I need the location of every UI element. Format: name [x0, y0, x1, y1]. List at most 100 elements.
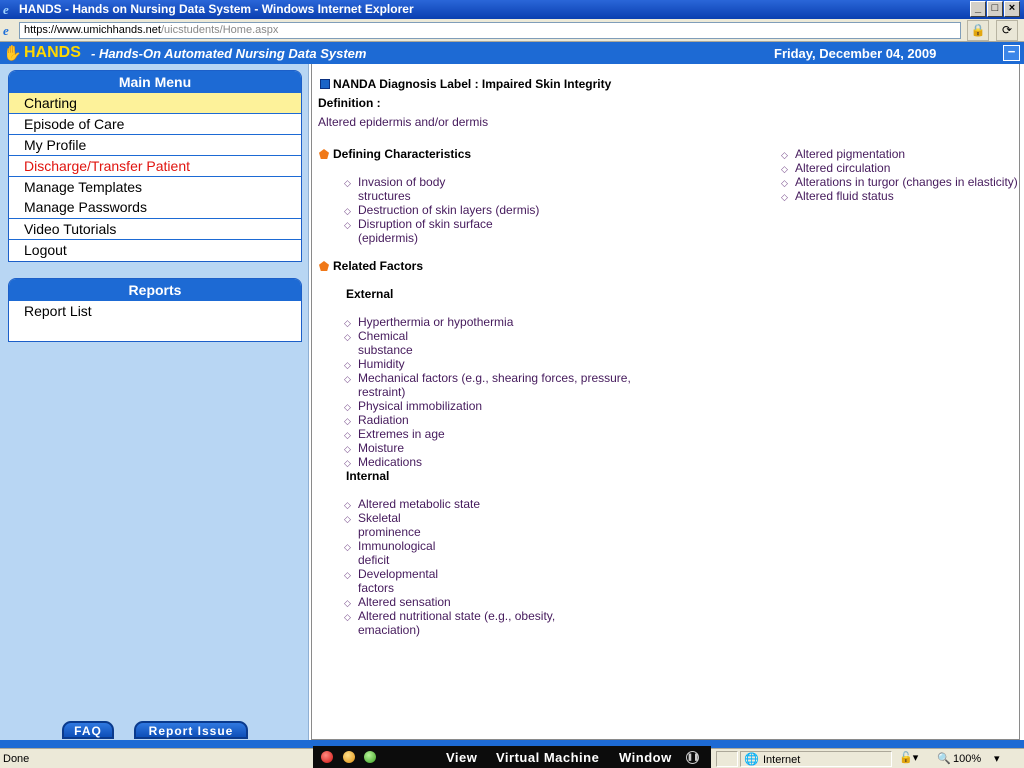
list-item: Invasion of body	[358, 175, 446, 189]
list-item: prominence	[358, 525, 421, 539]
zone-panel: 🌐 Internet	[740, 751, 892, 767]
list-item: substance	[358, 343, 413, 357]
vm-menu-virtual-machine[interactable]: Virtual Machine	[496, 750, 599, 765]
defining-characteristics-heading: Defining Characteristics	[333, 147, 472, 161]
list-item: Altered circulation	[795, 161, 891, 175]
vm-menu-window[interactable]: Window	[619, 750, 672, 765]
list-item: Hyperthermia or hypothermia	[358, 315, 514, 329]
list-item: Humidity	[358, 357, 405, 371]
list-item: Extremes in age	[358, 427, 445, 441]
list-item: Altered metabolic state	[358, 497, 481, 511]
menu-item-discharge-transfer[interactable]: Discharge/Transfer Patient	[9, 156, 301, 177]
definition-heading: Definition :	[318, 96, 381, 110]
diamond-bullet-icon: ◇	[344, 500, 351, 510]
diamond-bullet-icon: ◇	[344, 318, 351, 328]
diamond-bullet-icon: ◇	[344, 206, 351, 216]
related-factors-heading: Related Factors	[333, 259, 424, 273]
menu-item-my-profile[interactable]: My Profile	[9, 135, 301, 156]
related-bullet-icon	[319, 261, 329, 271]
list-item: Destruction of skin layers (dermis)	[358, 203, 540, 217]
zoom-dot-icon[interactable]	[364, 751, 376, 763]
menu-item-charting[interactable]: Charting	[9, 93, 301, 114]
url-field[interactable]: https://www.umichhands.net/uicstudents/H…	[19, 22, 961, 39]
defining-bullet-icon	[319, 149, 329, 159]
brand-subtitle: - Hands-On Automated Nursing Data System	[91, 46, 367, 61]
diamond-bullet-icon: ◇	[781, 164, 788, 174]
hand-logo-icon: ✋	[3, 45, 22, 62]
minimize-window-button[interactable]: _	[970, 1, 986, 17]
zoom-dropdown-icon[interactable]: ▾	[994, 752, 1000, 765]
menu-item-episode-of-care[interactable]: Episode of Care	[9, 114, 301, 135]
external-heading: External	[346, 287, 394, 301]
list-item: Altered pigmentation	[795, 147, 906, 161]
diamond-bullet-icon: ◇	[344, 514, 351, 524]
faq-button[interactable]: FAQ	[62, 721, 114, 739]
maximize-window-button[interactable]: □	[987, 1, 1003, 17]
diamond-bullet-icon: ◇	[344, 220, 351, 230]
reports-title: Reports	[9, 279, 301, 301]
diamond-bullet-icon: ◇	[344, 542, 351, 552]
list-item: factors	[358, 581, 395, 595]
menu-item-logout[interactable]: Logout	[9, 240, 301, 261]
diamond-bullet-icon: ◇	[781, 178, 788, 188]
list-item: restraint)	[358, 385, 406, 399]
diamond-bullet-icon: ◇	[344, 570, 351, 580]
pause-icon[interactable]: ❚❚	[686, 751, 699, 764]
minimize-dot-icon[interactable]	[343, 751, 355, 763]
diamond-bullet-icon: ◇	[344, 598, 351, 608]
diamond-bullet-icon: ◇	[344, 430, 351, 440]
list-item: Mechanical factors (e.g., shearing force…	[358, 371, 631, 385]
window-title: HANDS - Hands on Nursing Data System - W…	[19, 2, 414, 16]
list-item: Disruption of skin surface	[358, 217, 493, 231]
list-item: Altered sensation	[358, 595, 451, 609]
list-item: Alterations in turgor (changes in elasti…	[795, 175, 1018, 189]
vm-menu-view[interactable]: View	[446, 750, 477, 765]
list-item: Medications	[358, 455, 423, 469]
diamond-bullet-icon: ◇	[781, 192, 788, 202]
menu-item-manage-passwords[interactable]: Manage Passwords	[9, 197, 301, 219]
list-item: deficit	[358, 553, 390, 567]
globe-icon: 🌐	[744, 752, 759, 766]
zoom-level[interactable]: 100%	[953, 753, 981, 765]
list-item: (epidermis)	[358, 231, 419, 245]
menu-item-manage-templates[interactable]: Manage Templates	[9, 177, 301, 197]
zone-text: Internet	[763, 754, 801, 766]
menu-item-report-list[interactable]: Report List	[9, 301, 301, 322]
report-issue-button[interactable]: Report Issue	[134, 721, 248, 739]
list-item: emaciation)	[358, 623, 421, 637]
diamond-bullet-icon: ◇	[344, 402, 351, 412]
protected-mode-icon[interactable]: 🔓▾	[899, 751, 918, 764]
vm-toolbar: View Virtual Machine Window ❚❚	[313, 746, 711, 768]
diamond-bullet-icon: ◇	[781, 150, 788, 160]
list-item: Altered nutritional state (e.g., obesity…	[358, 609, 556, 623]
list-item: Immunological	[358, 539, 436, 553]
lock-icon[interactable]: 🔒	[967, 20, 989, 41]
diagnosis-label: NANDA Diagnosis Label : Impaired Skin In…	[333, 77, 612, 91]
diamond-bullet-icon: ◇	[344, 178, 351, 188]
list-item: Developmental	[358, 567, 439, 581]
ie-logo-icon: e	[3, 2, 9, 17]
left-sidebar: Main Menu Charting Episode of Care My Pr…	[0, 64, 309, 740]
app-header: ✋ HANDS - Hands-On Automated Nursing Dat…	[0, 42, 1024, 64]
reports-menu: Reports Report List	[8, 278, 302, 342]
address-bar: e https://www.umichhands.net/uicstudents…	[0, 19, 1024, 42]
definition-text: Altered epidermis and/or dermis	[318, 115, 489, 129]
collapse-header-button[interactable]: −	[1003, 45, 1020, 61]
list-item: structures	[358, 189, 411, 203]
refresh-icon[interactable]: ⟳	[996, 20, 1018, 41]
diamond-bullet-icon: ◇	[344, 374, 351, 384]
current-date: Friday, December 04, 2009	[774, 46, 937, 61]
brand-name: HANDS	[24, 44, 81, 61]
diagnosis-square-icon	[320, 79, 330, 89]
diamond-bullet-icon: ◇	[344, 612, 351, 622]
menu-item-video-tutorials[interactable]: Video Tutorials	[9, 219, 301, 240]
internal-heading: Internal	[346, 469, 390, 483]
main-menu: Main Menu Charting Episode of Care My Pr…	[8, 70, 302, 262]
close-dot-icon[interactable]	[321, 751, 333, 763]
zoom-icon: 🔍	[937, 753, 951, 765]
status-text: Done	[3, 753, 30, 765]
diamond-bullet-icon: ◇	[344, 332, 351, 342]
diamond-bullet-icon: ◇	[344, 458, 351, 468]
close-window-button[interactable]: ×	[1004, 1, 1020, 17]
diamond-bullet-icon: ◇	[344, 360, 351, 370]
